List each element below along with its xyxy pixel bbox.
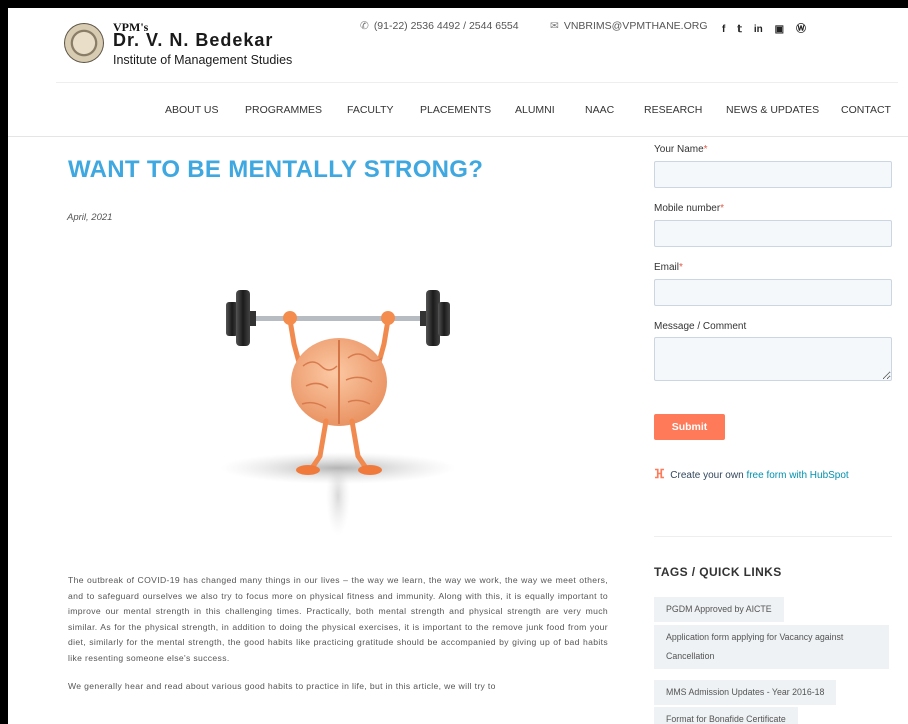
envelope-icon: ✉ xyxy=(550,20,559,32)
quick-link-tag[interactable]: MMS Admission Updates - Year 2016-18 xyxy=(654,680,837,705)
quick-link-tag[interactable]: Format for Bonafide Certificate xyxy=(654,707,798,724)
article-paragraph: We generally hear and read about various… xyxy=(68,680,496,691)
quick-link-tag[interactable]: Application form applying for Vacancy ag… xyxy=(654,625,889,669)
hubspot-link[interactable]: free form with HubSpot xyxy=(746,470,848,481)
nav-naac[interactable]: NAAC xyxy=(585,104,614,116)
nav-programmes[interactable]: PROGRAMMES xyxy=(245,104,322,116)
submit-button[interactable]: Submit xyxy=(654,414,725,440)
header-bottom-border xyxy=(8,136,908,137)
tags-heading: TAGS / QUICK LINKS xyxy=(654,565,782,579)
quick-link-tag[interactable]: PGDM Approved by AICTE xyxy=(654,597,784,622)
phone-contact[interactable]: ✆ (91-22) 2536 4492 / 2544 6554 xyxy=(360,20,519,32)
name-label: Your Name* xyxy=(654,144,708,155)
social-links: f 𝕥 in ▣ Ⓦ xyxy=(722,20,815,35)
email-contact[interactable]: ✉ VNBRIMS@VPMTHANE.ORG xyxy=(550,20,708,32)
contact-bar: ✆ (91-22) 2536 4492 / 2544 6554 ✉ VNBRIMS@… xyxy=(8,20,908,36)
email-address: VNBRIMS@VPMTHANE.ORG xyxy=(563,20,708,32)
brain-weightlifting-illustration xyxy=(220,290,456,536)
email-field[interactable] xyxy=(654,279,892,306)
nav-contact[interactable]: CONTACT xyxy=(841,104,891,116)
article-title: WANT TO BE MENTALLY STRONG? xyxy=(68,156,484,183)
email-label: Email* xyxy=(654,262,683,273)
mobile-label: Mobile number* xyxy=(654,203,725,214)
hubspot-sprocket-icon: ⴼ xyxy=(654,467,665,481)
message-field[interactable] xyxy=(654,337,892,381)
phone-number: (91-22) 2536 4492 / 2544 6554 xyxy=(373,20,519,32)
nav-research[interactable]: RESEARCH xyxy=(644,104,702,116)
header-divider xyxy=(56,82,898,83)
article-paragraph: The outbreak of COVID-19 has changed man… xyxy=(68,575,608,663)
phone-icon: ✆ xyxy=(360,20,369,32)
nav-about-us[interactable]: ABOUT US xyxy=(165,104,218,116)
twitter-icon[interactable]: 𝕥 xyxy=(737,24,742,35)
linkedin-icon[interactable]: in xyxy=(754,24,763,35)
youtube-icon[interactable]: ▣ xyxy=(775,24,784,35)
message-label: Message / Comment xyxy=(654,321,747,332)
nav-placements[interactable]: PLACEMENTS xyxy=(420,104,491,116)
wordpress-icon[interactable]: Ⓦ xyxy=(796,24,806,35)
hubspot-prefix-text: Create your own xyxy=(670,470,744,481)
nav-faculty[interactable]: FACULTY xyxy=(347,104,393,116)
logo-institute-text: Institute of Management Studies xyxy=(113,53,293,67)
facebook-icon[interactable]: f xyxy=(722,24,725,35)
page: VPM's Dr. V. N. Bedekar Institute of Man… xyxy=(8,8,908,724)
nav-news-updates[interactable]: NEWS & UPDATES xyxy=(726,104,819,116)
article-date: April, 2021 xyxy=(67,212,113,223)
nav-alumni[interactable]: ALUMNI xyxy=(515,104,555,116)
sidebar-divider xyxy=(654,536,892,537)
hubspot-credit: ⴼ Create your own free form with HubSpot xyxy=(654,467,849,481)
name-field[interactable] xyxy=(654,161,892,188)
mobile-number-field[interactable] xyxy=(654,220,892,247)
article-body: The outbreak of COVID-19 has changed man… xyxy=(68,573,608,706)
